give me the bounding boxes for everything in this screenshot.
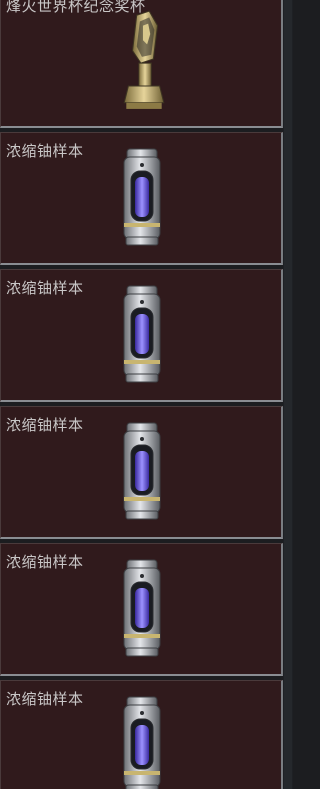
trophy-graphic [123,10,165,109]
canister-graphic [123,285,161,383]
item-title: 浓缩铀样本 [6,279,84,297]
uranium-canister-icon [119,147,165,249]
trophy-icon [121,9,165,109]
canister-graphic [123,696,161,789]
scrollbar-thumb[interactable] [284,0,292,789]
list-item[interactable]: 浓缩铀样本 [0,680,283,789]
item-list: 烽火世界杯纪念奖杯 浓缩铀样本 浓缩铀样本 浓缩铀样本 浓缩铀样本 浓缩铀样本 [0,0,293,789]
item-title: 浓缩铀样本 [6,416,84,434]
canister-graphic [123,148,161,246]
item-title: 浓缩铀样本 [6,142,84,160]
list-item[interactable]: 浓缩铀样本 [0,132,283,265]
list-item[interactable]: 浓缩铀样本 [0,543,283,676]
item-title: 浓缩铀样本 [6,553,84,571]
uranium-canister-icon [119,421,165,523]
canister-graphic [123,559,161,657]
uranium-canister-icon [119,284,165,386]
item-title: 浓缩铀样本 [6,690,84,708]
uranium-canister-icon [119,558,165,660]
uranium-canister-icon [119,695,165,789]
list-item[interactable]: 浓缩铀样本 [0,406,283,539]
canister-graphic [123,422,161,520]
scrollbar[interactable] [283,0,293,789]
list-item[interactable]: 烽火世界杯纪念奖杯 [0,0,283,128]
list-item[interactable]: 浓缩铀样本 [0,269,283,402]
